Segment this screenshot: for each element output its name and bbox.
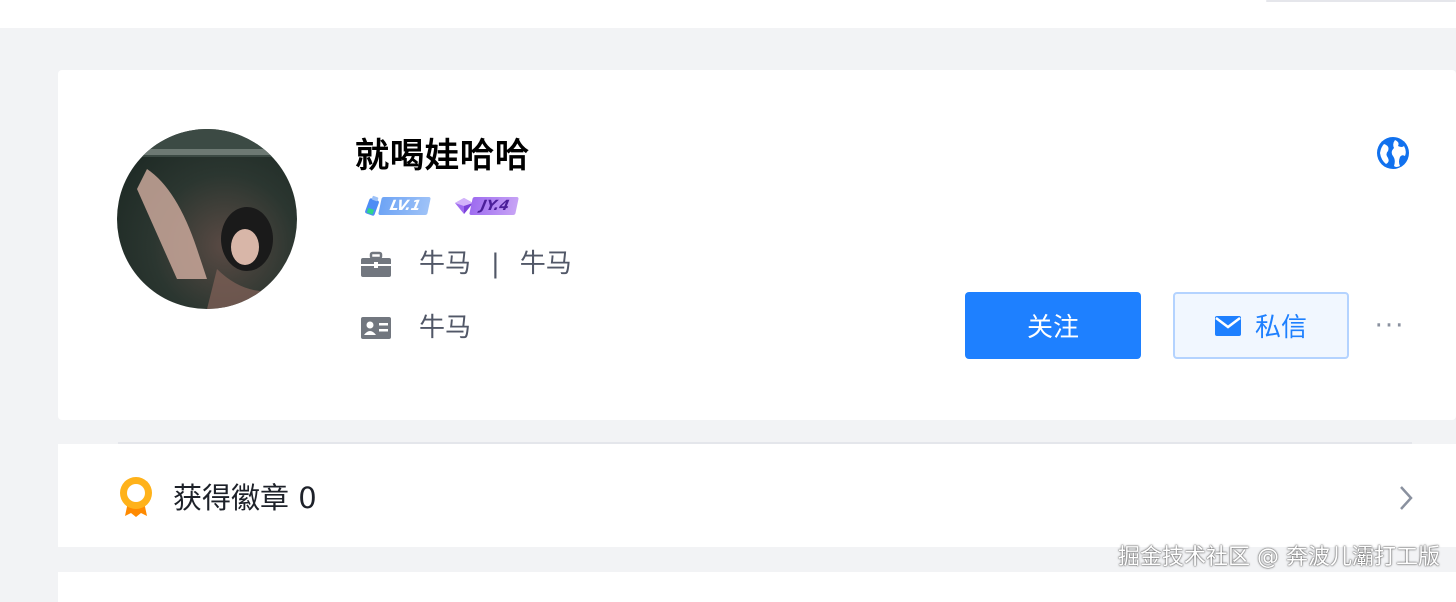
next-card (58, 572, 1456, 602)
level-badge[interactable]: LV.1 (362, 195, 431, 217)
level-badge-label: LV.1 (378, 197, 431, 215)
job-separator: | (491, 249, 500, 279)
top-nav-edge (1266, 0, 1456, 2)
follow-button[interactable]: 关注 (965, 292, 1141, 359)
id-card-icon (361, 317, 391, 339)
avatar[interactable] (117, 129, 297, 309)
badges-card[interactable]: 获得徽章 0 (58, 444, 1456, 547)
username: 就喝娃哈哈 (355, 136, 530, 176)
mail-icon (1214, 315, 1241, 336)
more-icon[interactable]: ··· (1370, 306, 1410, 346)
jy-badge[interactable]: JY.4 (453, 195, 519, 217)
chevron-right-icon[interactable] (1396, 484, 1416, 512)
profile-card: 就喝娃哈哈 LV.1 JY.4 牛马 | 牛马 牛马 关注 私信 ··· (58, 70, 1456, 420)
job-info-row: 牛马 | 牛马 (359, 246, 572, 282)
badges-title: 获得徽章 0 (173, 481, 317, 515)
medal-icon (120, 477, 152, 517)
badge-row: LV.1 JY.4 (362, 195, 519, 223)
intro-text: 牛马 (419, 313, 472, 343)
globe-icon[interactable] (1376, 136, 1410, 170)
briefcase-icon (361, 251, 391, 277)
message-button-label: 私信 (1254, 313, 1307, 343)
watermark-text: 掘金技术社区 @ 奔波儿灞打工版 (1118, 545, 1440, 570)
jy-badge-label: JY.4 (468, 197, 519, 215)
message-button[interactable]: 私信 (1173, 292, 1349, 359)
company-name: 牛马 (519, 249, 572, 279)
job-title: 牛马 (419, 249, 472, 279)
intro-info-row: 牛马 (359, 310, 471, 346)
top-nav-bar (0, 0, 1456, 28)
